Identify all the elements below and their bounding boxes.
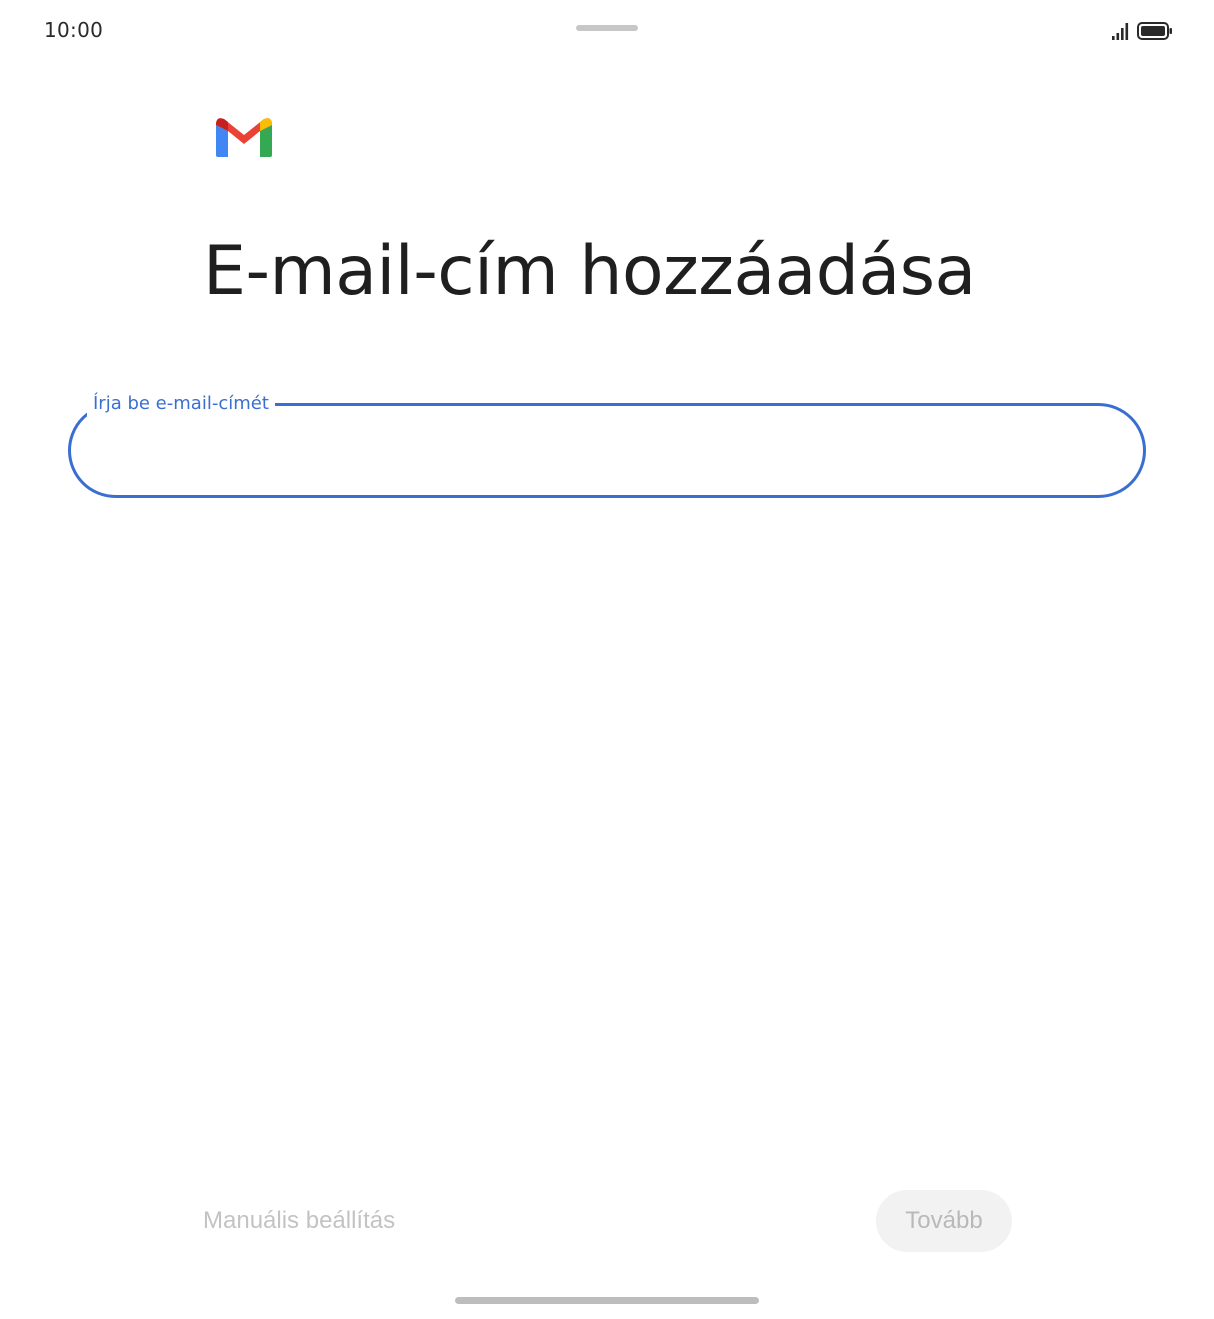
page-title: E-mail-cím hozzáadása: [203, 232, 976, 311]
gmail-logo: [216, 118, 272, 157]
email-field[interactable]: [68, 403, 1146, 498]
battery-icon: [1137, 22, 1172, 40]
home-indicator[interactable]: [455, 1297, 759, 1304]
email-field-label: Írja be e-mail-címét: [87, 392, 275, 416]
email-input[interactable]: [101, 424, 1105, 476]
next-button[interactable]: Tovább: [876, 1190, 1012, 1252]
drag-handle[interactable]: [576, 25, 638, 31]
signal-icon: [1112, 23, 1129, 40]
manual-setup-button[interactable]: Manuális beállítás: [203, 1203, 395, 1239]
status-time: 10:00: [44, 18, 104, 42]
